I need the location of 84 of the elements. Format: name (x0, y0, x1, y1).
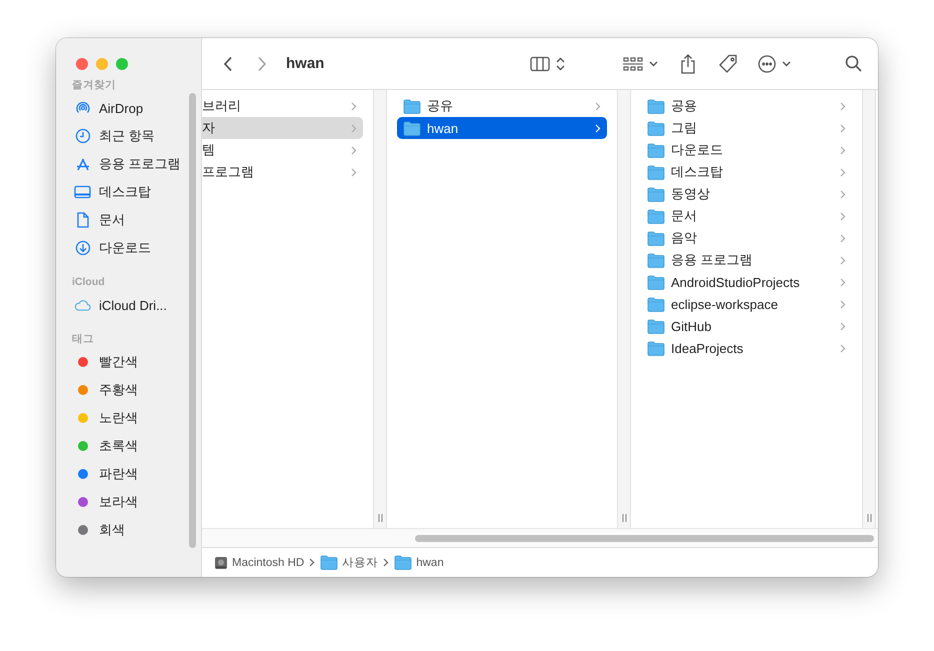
chevron-icon (840, 102, 846, 110)
desktop-icon (74, 185, 91, 199)
sidebar-item[interactable]: 회색 (99, 521, 125, 539)
search-button[interactable] (845, 55, 862, 72)
section-heading: iCloud (71, 275, 106, 290)
column-resize-handle[interactable] (866, 514, 872, 522)
caret-icon[interactable] (782, 60, 791, 66)
up-down-chevron-icon[interactable] (556, 56, 565, 70)
chevron-icon (840, 124, 846, 132)
folder-row[interactable]: 다운로드 (641, 139, 852, 161)
chevron-icon (840, 212, 846, 220)
folder-row[interactable]: hwan (397, 117, 607, 139)
section-heading: 즐겨찾기 (71, 78, 117, 93)
folder-row[interactable]: eclipse-workspace (641, 293, 852, 315)
column-resize-handle[interactable] (378, 514, 382, 522)
sidebar-item[interactable]: 파란색 (99, 465, 138, 483)
list-row[interactable]: 자 (202, 117, 363, 139)
sidebar-item[interactable]: 다운로드 (99, 239, 151, 257)
folder-row[interactable]: 공용 (641, 95, 852, 117)
list-row[interactable]: 프로그램 (202, 161, 363, 183)
chevron-icon (840, 322, 846, 330)
folder-row[interactable]: 그림 (641, 117, 852, 139)
folder-row[interactable]: AndroidStudioProjects (641, 271, 852, 293)
folder-row[interactable]: 응용 프로그램 (641, 249, 852, 271)
columns-view-icon[interactable] (530, 56, 550, 72)
sidebar-item[interactable]: 주황색 (99, 381, 138, 399)
chevron-icon (840, 300, 846, 308)
chevron-icon (351, 102, 357, 110)
sidebar-item[interactable]: 빨간색 (99, 353, 138, 371)
clock-icon (74, 128, 90, 144)
tag-button[interactable] (718, 54, 738, 74)
chevron-icon (840, 146, 846, 154)
cloud-icon (74, 298, 91, 312)
back-button[interactable] (222, 56, 234, 72)
chevron-icon (351, 146, 357, 154)
folder-icon (320, 555, 338, 570)
chevron-icon (840, 278, 846, 286)
sidebar-item[interactable]: 보라색 (99, 493, 138, 511)
folder-row[interactable]: 문서 (641, 205, 852, 227)
chevron-icon (840, 234, 846, 242)
scrollbar[interactable] (189, 93, 196, 548)
chevron-icon (595, 124, 601, 132)
sidebar-item[interactable]: AirDrop (99, 100, 144, 116)
chevron-icon (840, 344, 846, 352)
chevron-icon (351, 168, 357, 176)
folder-row[interactable]: 공유 (397, 95, 607, 117)
sidebar-item[interactable]: 응용 프로그램 (99, 155, 181, 173)
window-title: hwan (286, 55, 324, 72)
section-heading: 태그 (71, 332, 95, 347)
chevron-icon (309, 558, 316, 567)
folder-row[interactable]: GitHub (641, 315, 852, 337)
document-icon (76, 212, 90, 228)
sidebar-item[interactable]: 최근 항목 (99, 127, 155, 145)
chevron-icon (840, 256, 846, 264)
sidebar-item[interactable]: 초록색 (99, 437, 138, 455)
sidebar-item[interactable]: iCloud Dri... (99, 298, 167, 312)
folder-row[interactable]: IdeaProjects (641, 337, 852, 359)
path-item[interactable]: Macintosh HD (232, 556, 304, 568)
folder-row[interactable]: 음악 (641, 227, 852, 249)
folder-row[interactable]: 동영상 (641, 183, 852, 205)
download-icon (74, 240, 90, 256)
share-button[interactable] (680, 54, 696, 74)
sidebar-item[interactable]: 노란색 (99, 409, 138, 427)
caret-icon[interactable] (649, 60, 658, 66)
chevron-icon (383, 558, 390, 567)
grid-icon[interactable] (623, 56, 643, 72)
sidebar-item[interactable]: 문서 (99, 211, 125, 229)
folder-icon (394, 555, 412, 570)
hard-drive-icon (214, 556, 228, 570)
path-item[interactable]: 사용자 (342, 555, 378, 570)
chevron-icon (840, 190, 846, 198)
apps-icon (74, 156, 90, 172)
scrollbar[interactable] (415, 534, 874, 542)
folder-row[interactable]: 데스크탑 (641, 161, 852, 183)
close-button[interactable] (76, 58, 88, 70)
chevron-icon (351, 124, 357, 132)
list-row[interactable]: 브러리 (202, 95, 363, 117)
path-item[interactable]: hwan (416, 556, 444, 568)
sidebar-item[interactable]: 데스크탑 (99, 183, 151, 201)
more-icon[interactable] (758, 54, 776, 72)
chevron-icon (595, 102, 601, 110)
column-resize-handle[interactable] (622, 514, 626, 522)
list-row[interactable]: 템 (202, 139, 363, 161)
chevron-icon (840, 168, 846, 176)
